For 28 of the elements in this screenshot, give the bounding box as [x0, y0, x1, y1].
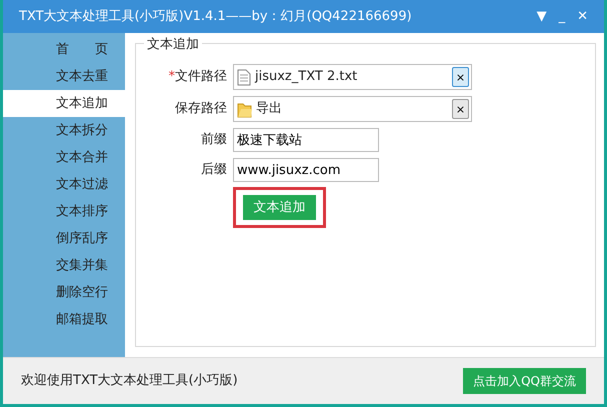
clear-button[interactable]: × — [452, 67, 469, 87]
sidebar-item[interactable]: 交集并集 — [3, 252, 125, 279]
status-text: 欢迎使用TXT大文本处理工具(小巧版) — [21, 372, 239, 390]
sidebar-item[interactable]: 文本合并 — [3, 144, 125, 171]
folder-icon — [237, 100, 252, 118]
sidebar-item[interactable]: 文本过滤 — [3, 171, 125, 198]
sidebar-item[interactable]: 文本拆分 — [3, 117, 125, 144]
minimize-button[interactable]: _ — [552, 10, 572, 23]
path-field[interactable]: 导出 × — [233, 96, 472, 122]
sidebar-item[interactable]: 邮箱提取 — [3, 306, 125, 333]
sidebar-item[interactable]: 文本追加 — [3, 90, 125, 117]
field-label: 前缀 — [200, 131, 228, 150]
field-label: 后缀 — [200, 161, 228, 180]
sidebar-item[interactable]: 文本排序 — [3, 198, 125, 225]
field-label: *文件路径 — [168, 68, 228, 86]
text-field[interactable]: www.jisuxz.com — [233, 158, 379, 182]
window-title: TXT大文本处理工具(小巧版)V1.4.1——by：幻月(QQ422166699) — [19, 8, 413, 26]
sidebar-item[interactable]: 文本去重 — [3, 63, 125, 90]
document-icon — [237, 68, 251, 86]
menu-button[interactable]: ▼ — [530, 10, 553, 23]
sidebar-item[interactable]: 删除空行 — [3, 279, 125, 306]
text-field[interactable]: 极速下载站 — [233, 128, 379, 152]
path-field[interactable]: jisuxz_TXT 2.txt × — [233, 64, 472, 90]
sidebar-item[interactable]: 首 页 — [3, 36, 125, 63]
close-button[interactable]: ✕ — [571, 10, 594, 23]
field-label: 保存路径 — [174, 100, 228, 118]
clear-button[interactable]: × — [452, 99, 469, 119]
sidebar-item[interactable]: 倒序乱序 — [3, 225, 125, 252]
